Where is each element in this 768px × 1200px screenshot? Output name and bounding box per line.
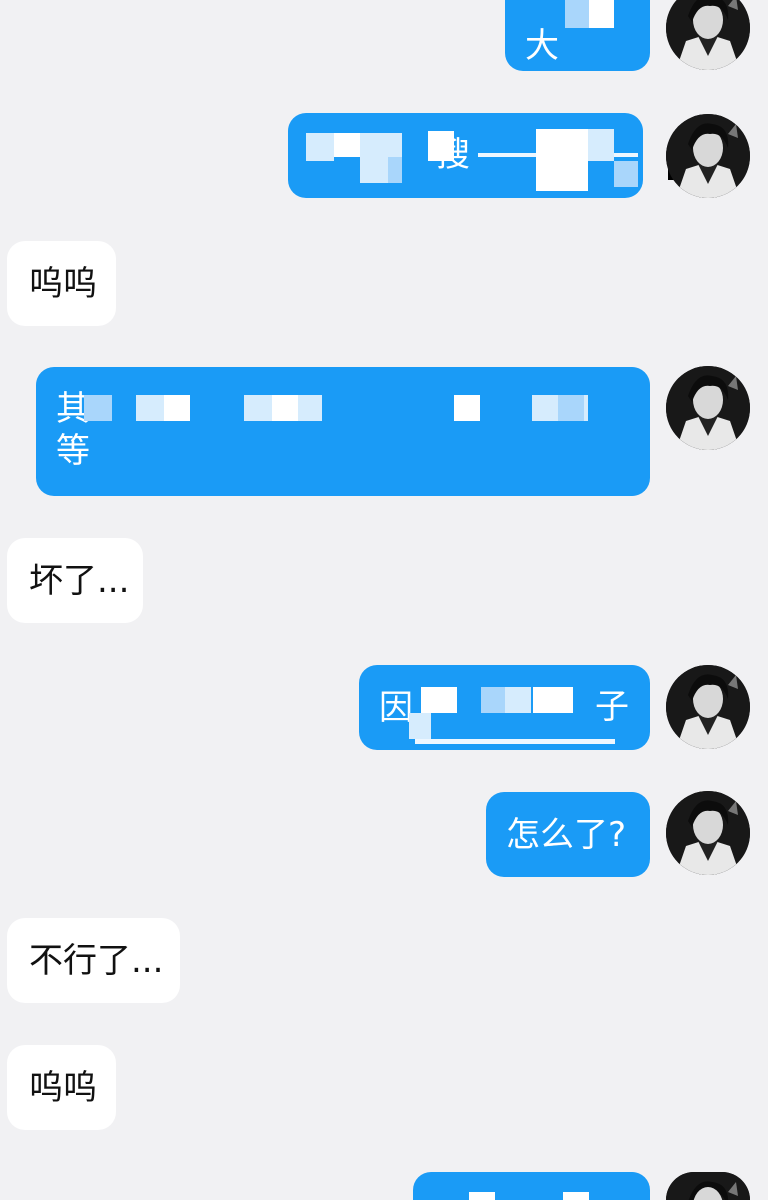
outgoing-message[interactable]: 搜	[288, 113, 643, 198]
redaction-mosaic	[272, 395, 298, 421]
message-text: 呜呜	[29, 263, 97, 304]
message-text: 怎么了?	[506, 814, 627, 855]
message-text: 不行了...	[29, 940, 164, 981]
redaction-mosaic	[558, 395, 584, 421]
message-text: 因	[379, 687, 413, 728]
redaction-mosaic	[421, 687, 457, 713]
outgoing-message[interactable]: 其 等	[36, 367, 650, 496]
outgoing-message[interactable]: 怎么了?	[486, 792, 650, 877]
anime-character-avatar-icon	[666, 0, 750, 70]
redaction-mosaic	[588, 0, 614, 28]
incoming-message[interactable]: 呜呜	[7, 1045, 116, 1130]
message-text: 呜呜	[29, 1067, 97, 1108]
message-text-line2: 等	[56, 431, 90, 471]
redaction-mosaic	[563, 1192, 589, 1200]
user-avatar[interactable]	[666, 791, 750, 875]
anime-character-avatar-icon	[666, 114, 750, 198]
redaction-mosaic	[588, 129, 614, 161]
anime-character-avatar-icon	[666, 665, 750, 749]
redaction-mosaic	[164, 395, 190, 421]
chat-message-list[interactable]: 大 搜	[0, 0, 768, 1200]
message-text-tail: 子	[595, 687, 629, 727]
incoming-message[interactable]: 呜呜	[7, 241, 116, 326]
user-avatar[interactable]	[666, 1172, 750, 1200]
redaction-mosaic	[388, 157, 402, 183]
redaction-mosaic	[415, 739, 615, 744]
redaction-mosaic	[409, 713, 431, 739]
incoming-message[interactable]: 坏了...	[7, 538, 143, 623]
anime-character-avatar-icon	[666, 1172, 750, 1200]
redaction-mosaic	[334, 133, 360, 157]
message-text: 坏了...	[29, 560, 130, 601]
message-text: 大	[525, 25, 559, 66]
redaction-mosaic	[505, 687, 531, 713]
outgoing-message[interactable]: 因 子	[359, 665, 650, 750]
redaction-mosaic	[533, 687, 573, 713]
redaction-mosaic	[428, 131, 454, 161]
redaction-mosaic	[84, 395, 112, 421]
user-avatar[interactable]	[666, 665, 750, 749]
redaction-mosaic	[614, 161, 638, 187]
redaction-mosaic	[136, 395, 164, 421]
redaction-mosaic	[454, 395, 480, 421]
anime-character-avatar-icon	[666, 791, 750, 875]
redaction-mosaic	[306, 133, 334, 161]
user-avatar[interactable]	[666, 114, 750, 198]
redaction-mosaic	[481, 687, 505, 713]
redaction-mosaic	[536, 129, 588, 191]
user-avatar[interactable]	[666, 366, 750, 450]
redaction-mosaic	[565, 0, 589, 28]
anime-character-avatar-icon	[666, 366, 750, 450]
redaction-mosaic	[469, 1192, 495, 1200]
outgoing-message[interactable]	[413, 1172, 650, 1200]
incoming-message[interactable]: 不行了...	[7, 918, 180, 1003]
outgoing-message[interactable]: 大	[505, 0, 650, 71]
user-avatar[interactable]	[666, 0, 750, 70]
